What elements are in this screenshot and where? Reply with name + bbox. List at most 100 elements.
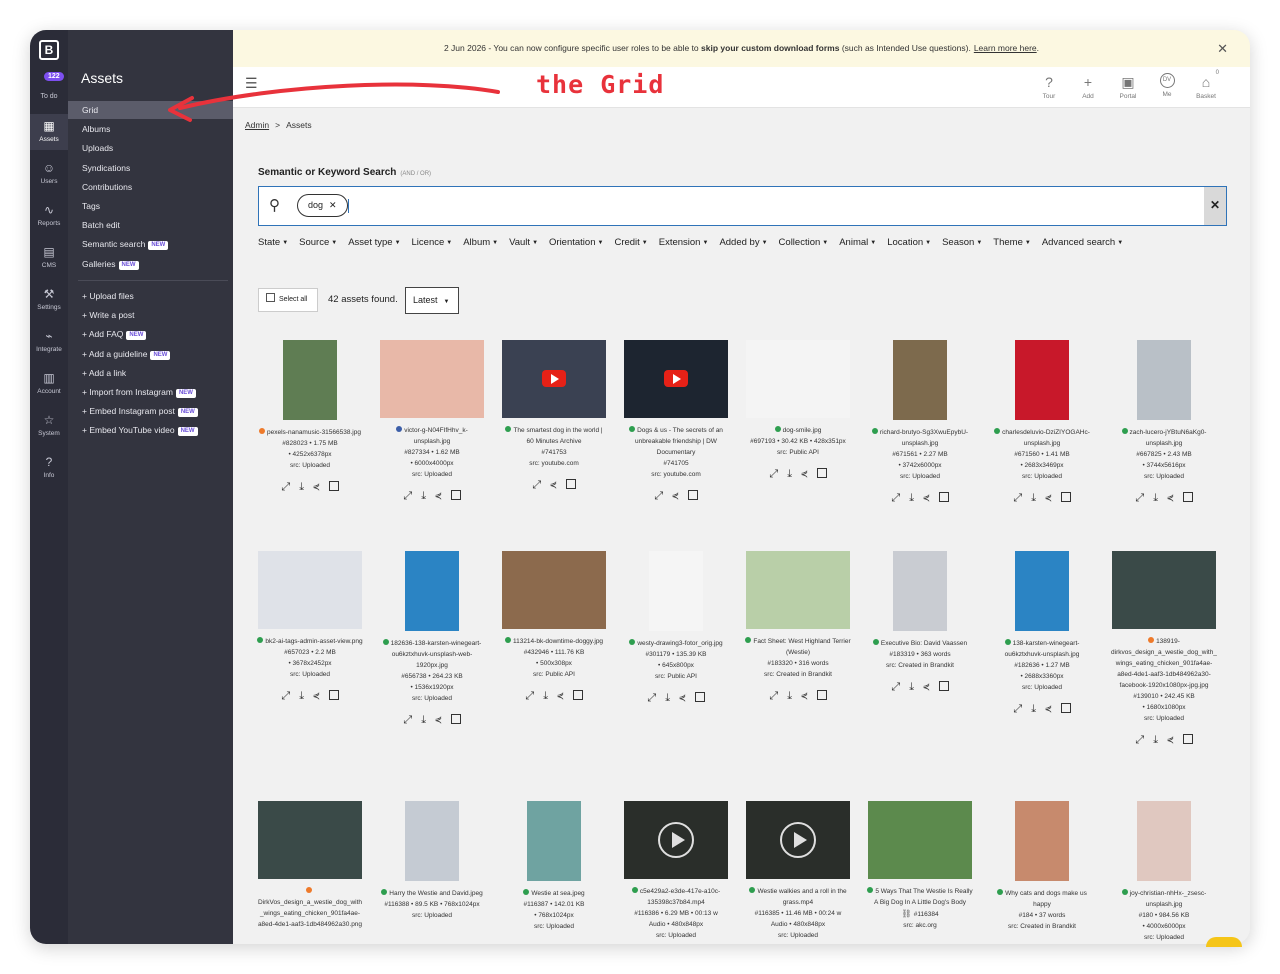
asset-thumbnail[interactable] [1015,801,1069,881]
asset-card[interactable]: 113214-bk-downtime-doggy.jpg #432946 • 11… [499,551,609,703]
expand-icon[interactable]: ⤢ [281,481,299,493]
asset-thumbnail[interactable] [258,551,362,629]
rail-item-account[interactable]: ▥ Account [30,366,68,402]
download-icon[interactable]: ⤓ [543,690,557,702]
asset-thumbnail[interactable] [283,340,337,420]
share-icon[interactable]: ⋞ [1045,492,1060,504]
share-icon[interactable]: ⋞ [923,681,938,693]
select-checkbox[interactable] [328,481,339,491]
asset-card[interactable]: Westie walkies and a roll in the grass.m… [743,801,853,941]
expand-icon[interactable]: ⤢ [891,492,909,504]
header-me-button[interactable]: DV Me [1150,73,1184,98]
asset-card[interactable]: victor-g-N04FIfHhv_k-unsplash.jpg #827334… [377,340,487,503]
asset-card[interactable]: bk2-ai-tags-admin-asset-view.png #657023 … [255,551,365,703]
download-icon[interactable]: ⤓ [1031,492,1045,504]
subnav-item-grid[interactable]: Grid [68,101,233,119]
rail-item-cms[interactable]: ▤ CMS [30,240,68,276]
asset-card[interactable]: pexels-nanamusic-31566538.jpg #828023 • 1… [255,340,365,494]
download-icon[interactable]: ⤓ [421,490,435,502]
download-icon[interactable]: ⤓ [421,714,435,726]
share-icon[interactable]: ⋞ [435,714,450,726]
share-icon[interactable]: ⋞ [435,490,450,502]
select-checkbox[interactable] [816,468,827,478]
share-icon[interactable]: ⋞ [1045,703,1060,715]
rail-item-integrate[interactable]: ⌁ Integrate [30,324,68,360]
asset-thumbnail[interactable] [405,551,459,631]
download-icon[interactable]: ⤓ [665,692,679,704]
share-icon[interactable]: ⋞ [801,468,816,480]
filter-collection[interactable]: Collection ▼ [779,237,829,248]
filter-state[interactable]: State ▼ [258,237,288,248]
share-icon[interactable]: ⋞ [679,692,694,704]
filter-vault[interactable]: Vault ▼ [509,237,538,248]
asset-card[interactable]: Harry the Westie and David.jpeg #116388 •… [377,801,487,921]
asset-card[interactable]: dog-smile.jpg #697193 • 30.42 KB • 428x35… [743,340,853,481]
asset-thumbnail[interactable] [258,801,362,879]
asset-card[interactable]: Fact Sheet: West Highland Terrier (Westi… [743,551,853,703]
expand-icon[interactable]: ⤢ [891,681,909,693]
expand-icon[interactable]: ⤢ [769,468,787,480]
select-checkbox[interactable] [572,690,583,700]
filter-asset-type[interactable]: Asset type ▼ [348,237,400,248]
expand-icon[interactable]: ⤢ [403,714,421,726]
banner-close-icon[interactable]: ✕ [1217,30,1228,67]
asset-card[interactable]: DirkVos_design_a_westie_dog_with_wings_e… [255,801,365,930]
download-icon[interactable]: ⤓ [1153,734,1167,746]
download-icon[interactable]: ⤓ [1153,492,1167,504]
filter-theme[interactable]: Theme ▼ [993,237,1031,248]
download-icon[interactable]: ⤓ [787,468,801,480]
rail-item-info[interactable]: ? Info [30,450,68,486]
share-icon[interactable]: ⋞ [313,481,328,493]
expand-icon[interactable]: ⤢ [403,490,421,502]
asset-card[interactable]: 182636-138-karsten-winegeart-ou6kztxhuvk… [377,551,487,727]
select-checkbox[interactable] [1182,492,1193,502]
filter-credit[interactable]: Credit ▼ [614,237,647,248]
subnav-action-5[interactable]: + Import from Instagram NEW [68,383,233,401]
select-checkbox[interactable] [565,479,576,489]
filter-animal[interactable]: Animal ▼ [839,237,876,248]
expand-icon[interactable]: ⤢ [769,690,787,702]
share-icon[interactable]: ⋞ [1167,492,1182,504]
rail-todo[interactable]: To do [30,93,68,100]
youtube-play-icon[interactable] [664,370,688,387]
subnav-item-batch-edit[interactable]: Batch edit [68,216,233,234]
asset-thumbnail[interactable] [502,340,606,418]
download-icon[interactable]: ⤓ [787,690,801,702]
subnav-item-syndications[interactable]: Syndications [68,159,233,177]
sort-select[interactable]: Latest ▼ [405,287,459,314]
select-checkbox[interactable] [816,690,827,700]
select-checkbox[interactable] [694,692,705,702]
asset-card[interactable]: zach-lucero-jYBtuN6aKg0-unsplash.jpg #667… [1109,340,1219,505]
subnav-action-3[interactable]: + Add a guideline NEW [68,345,233,363]
download-icon[interactable]: ⤓ [299,690,313,702]
select-all-button[interactable]: Select all [258,288,318,312]
filter-season[interactable]: Season ▼ [942,237,982,248]
asset-thumbnail[interactable] [1112,551,1216,629]
share-icon[interactable]: ⋞ [313,690,328,702]
share-icon[interactable]: ⋞ [672,490,687,502]
expand-icon[interactable]: ⤢ [654,490,672,502]
subnav-item-contributions[interactable]: Contributions [68,178,233,196]
asset-thumbnail[interactable] [746,551,850,629]
subnav-action-4[interactable]: + Add a link [68,364,233,382]
select-checkbox[interactable] [938,681,949,691]
asset-thumbnail[interactable] [1015,340,1069,420]
chip-remove-icon[interactable]: ✕ [329,200,337,210]
download-icon[interactable]: ⤓ [909,681,923,693]
subnav-action-1[interactable]: + Write a post [68,306,233,324]
download-icon[interactable]: ⤓ [909,492,923,504]
share-icon[interactable]: ⋞ [550,479,565,491]
asset-thumbnail[interactable] [502,551,606,629]
asset-card[interactable]: westy-drawing3-fotor_orig.jpg #301179 • 1… [621,551,731,705]
asset-thumbnail[interactable] [868,801,972,879]
search-input[interactable]: ⚲ dog ✕ ✕ [258,186,1227,226]
asset-card[interactable]: Executive Bio: David Vaassen #183319 • 36… [865,551,975,694]
subnav-item-tags[interactable]: Tags [68,197,233,215]
select-checkbox[interactable] [450,714,461,724]
filter-licence[interactable]: Licence ▼ [412,237,453,248]
asset-card[interactable]: charlesdeluvio-DziZIYOGAHc-unsplash.jpg #… [987,340,1097,505]
header-basket-button[interactable]: ⌂ Basket 0 [1189,70,1223,100]
banner-learn-more-link[interactable]: Learn more here [974,43,1037,53]
filter-extension[interactable]: Extension ▼ [659,237,709,248]
rail-item-users[interactable]: ☺ Users [30,156,68,192]
